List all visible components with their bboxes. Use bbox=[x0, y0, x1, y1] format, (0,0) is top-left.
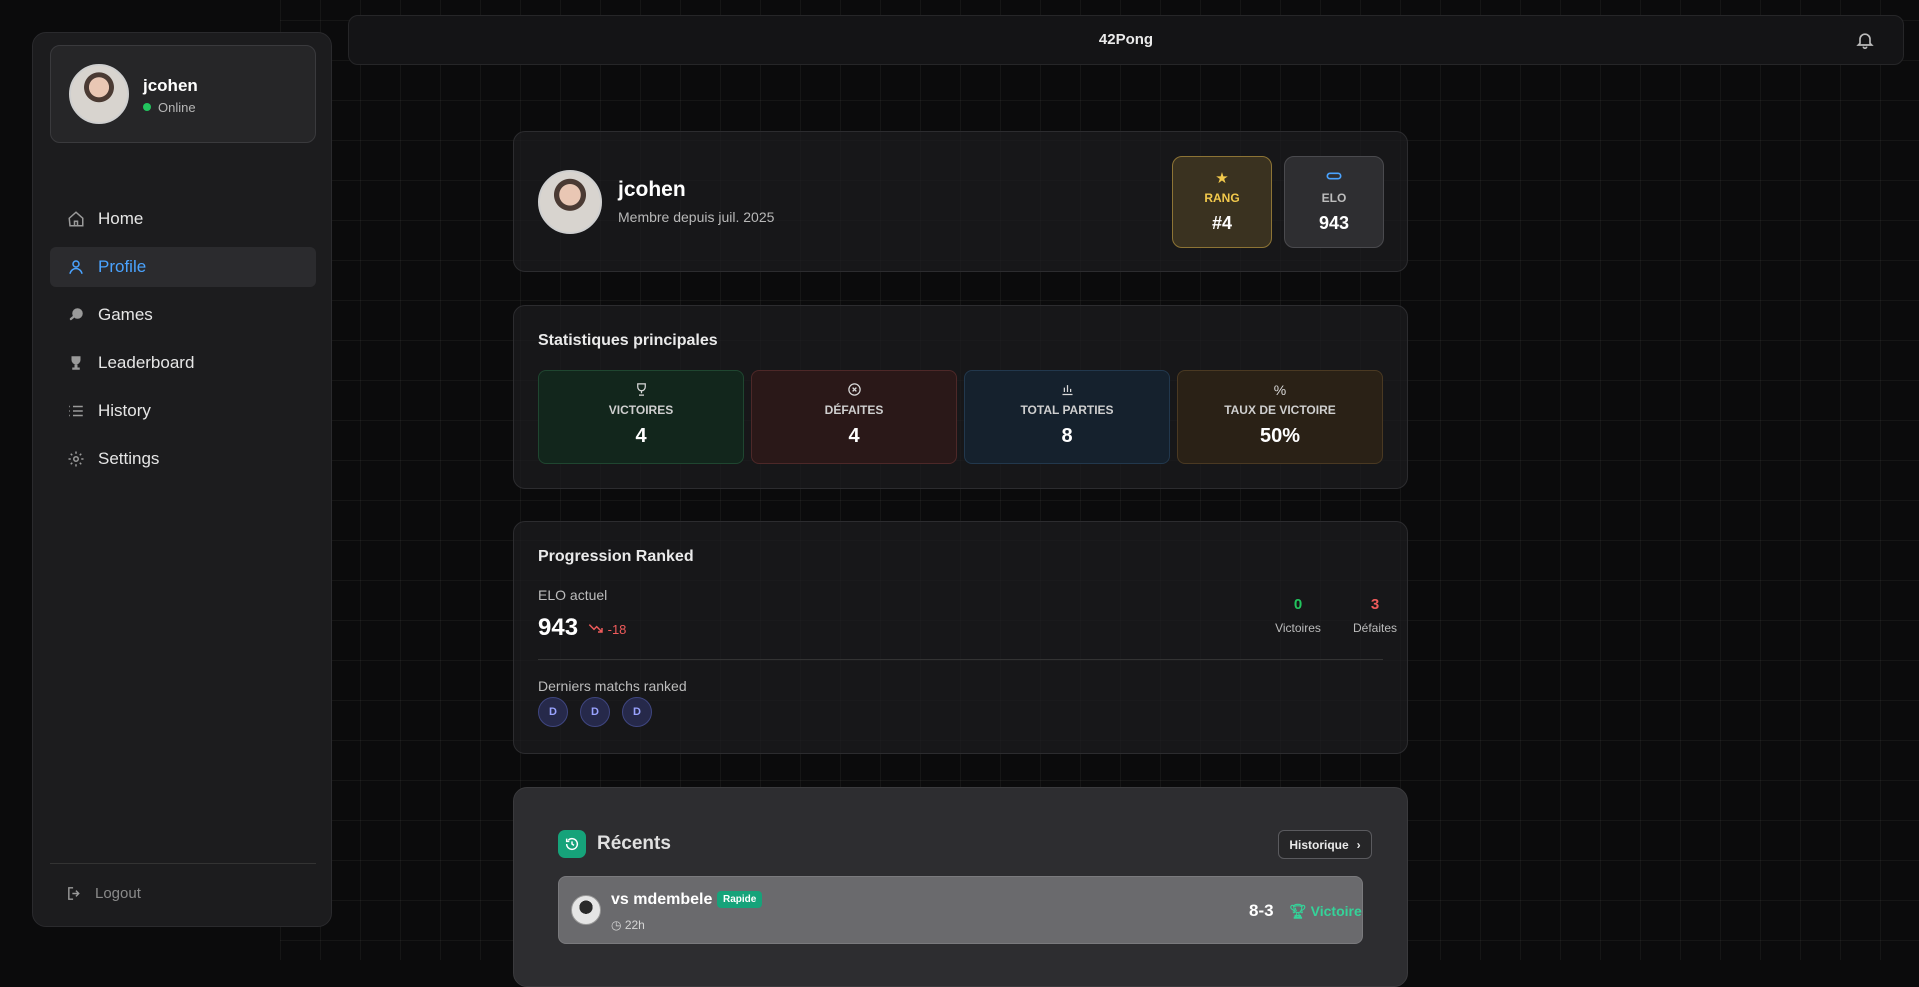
stat-total: TOTAL PARTIES 8 bbox=[964, 370, 1170, 464]
sidebar-item-label: Leaderboard bbox=[98, 353, 195, 372]
ranked-losses-label: Défaites bbox=[1352, 621, 1398, 635]
sidebar-item-leaderboard[interactable]: Leaderboard bbox=[50, 343, 316, 383]
status-text: Online bbox=[158, 100, 196, 115]
match-time-value: 22h bbox=[624, 918, 645, 932]
ranked-wins-value: 0 bbox=[1293, 596, 1303, 613]
sidebar-item-games[interactable]: Games bbox=[50, 295, 316, 335]
match-score: 8-3 bbox=[1249, 901, 1274, 920]
sidebar-item-settings[interactable]: Settings bbox=[50, 439, 316, 479]
user-name: jcohen bbox=[143, 76, 198, 95]
trophy-icon bbox=[66, 353, 86, 373]
sidebar-item-label: History bbox=[98, 401, 151, 420]
rank-badge: ★ RANG #4 bbox=[1172, 156, 1272, 248]
match-result-badge: D bbox=[580, 697, 610, 727]
stat-label: DÉFAITES bbox=[824, 403, 884, 417]
match-mode-badge: Rapide bbox=[717, 891, 763, 908]
gear-icon bbox=[66, 449, 86, 469]
elo-trend: -18 bbox=[588, 622, 626, 637]
elo-trend-value: -18 bbox=[607, 622, 627, 637]
bar-chart-icon bbox=[965, 382, 1169, 398]
history-button[interactable]: Historique › bbox=[1278, 830, 1372, 859]
profile-avatar bbox=[538, 170, 602, 234]
recent-card: Récents Historique › vs mdembele Rapide ◷… bbox=[513, 787, 1408, 987]
history-button-label: Historique bbox=[1289, 837, 1349, 852]
sidebar-nav: Home Profile Games Leaderboard History S… bbox=[50, 199, 316, 487]
sidebar-item-label: Profile bbox=[98, 257, 147, 276]
sidebar-item-label: Settings bbox=[98, 449, 160, 468]
sidebar-divider bbox=[50, 863, 316, 864]
ranked-title: Progression Ranked bbox=[538, 548, 694, 565]
recent-title: Récents bbox=[597, 833, 671, 854]
star-icon: ★ bbox=[1215, 170, 1229, 187]
opponent-avatar bbox=[571, 895, 601, 925]
stat-label: VICTOIRES bbox=[608, 403, 674, 417]
last-matches-label: Derniers matchs ranked bbox=[538, 678, 687, 694]
trending-down-icon bbox=[588, 622, 604, 637]
history-icon bbox=[558, 830, 586, 858]
ranked-card: Progression Ranked ELO actuel 943 -18 0 … bbox=[513, 521, 1408, 754]
match-time: ◷ 22h bbox=[611, 918, 645, 932]
stat-losses: DÉFAITES 4 bbox=[751, 370, 957, 464]
avatar bbox=[69, 64, 129, 124]
match-opponent: vs mdembele bbox=[611, 891, 713, 908]
user-card[interactable]: jcohen Online bbox=[50, 45, 316, 143]
stat-label: TOTAL PARTIES bbox=[1020, 403, 1114, 417]
match-result-badge: D bbox=[538, 697, 568, 727]
sidebar-item-profile[interactable]: Profile bbox=[50, 247, 316, 287]
profile-card: jcohen Membre depuis juil. 2025 ★ RANG #… bbox=[513, 131, 1408, 272]
stat-value: 8 bbox=[1061, 425, 1073, 447]
match-result: 🏆︎ Victoire bbox=[1289, 903, 1362, 920]
match-result-badge: D bbox=[622, 697, 652, 727]
elo-badge: ELO 943 bbox=[1284, 156, 1384, 248]
list-icon bbox=[66, 401, 86, 421]
stat-value: 4 bbox=[635, 425, 647, 447]
ranked-wins: 0 Victoires bbox=[1263, 596, 1333, 635]
trophy-icon bbox=[539, 382, 743, 398]
user-icon bbox=[66, 257, 86, 277]
logout-icon bbox=[65, 883, 83, 903]
ranked-losses-value: 3 bbox=[1370, 596, 1380, 613]
sidebar-item-label: Games bbox=[98, 305, 153, 324]
stat-win-rate: % TAUX DE VICTOIRE 50% bbox=[1177, 370, 1383, 464]
stat-label: TAUX DE VICTOIRE bbox=[1224, 403, 1336, 417]
match-result-label: Victoire bbox=[1310, 903, 1362, 919]
trophy-icon: 🏆︎ bbox=[1289, 903, 1307, 919]
link-icon bbox=[1285, 169, 1383, 187]
x-circle-icon bbox=[752, 382, 956, 398]
sidebar-item-label: Home bbox=[98, 209, 144, 228]
logout-button[interactable]: Logout bbox=[65, 883, 141, 903]
user-status: Online bbox=[143, 100, 196, 115]
ranked-wins-label: Victoires bbox=[1275, 621, 1321, 635]
logout-label: Logout bbox=[95, 884, 141, 902]
stats-card: Statistiques principales VICTOIRES 4 DÉF… bbox=[513, 305, 1408, 489]
percent-icon: % bbox=[1273, 382, 1287, 398]
clock-icon: ◷ bbox=[611, 918, 622, 932]
member-since: Membre depuis juil. 2025 bbox=[618, 209, 775, 225]
profile-name: jcohen bbox=[618, 178, 686, 201]
elo-label: ELO bbox=[1321, 191, 1347, 205]
stat-wins: VICTOIRES 4 bbox=[538, 370, 744, 464]
rank-value: #4 bbox=[1211, 213, 1233, 233]
current-elo-value: 943 bbox=[538, 614, 579, 641]
match-row[interactable]: vs mdembele Rapide ◷ 22h 8-3 🏆︎ Victoire bbox=[558, 876, 1363, 944]
sidebar-item-history[interactable]: History bbox=[50, 391, 316, 431]
rank-label: RANG bbox=[1204, 191, 1240, 205]
online-dot-icon bbox=[143, 103, 151, 111]
home-icon bbox=[66, 209, 86, 229]
chevron-right-icon: › bbox=[1356, 837, 1361, 852]
ranked-losses: 3 Défaites bbox=[1340, 596, 1410, 635]
current-elo-label: ELO actuel bbox=[538, 587, 608, 603]
bell-icon[interactable] bbox=[1855, 30, 1875, 50]
stat-value: 50% bbox=[1259, 425, 1301, 447]
elo-value: 943 bbox=[1318, 213, 1350, 233]
ping-pong-icon bbox=[66, 305, 86, 325]
ranked-divider bbox=[538, 659, 1383, 660]
sidebar: jcohen Online Home Profile Games Leaderb… bbox=[32, 32, 332, 927]
top-bar: 42Pong bbox=[348, 15, 1904, 65]
stats-title: Statistiques principales bbox=[538, 332, 718, 349]
sidebar-item-home[interactable]: Home bbox=[50, 199, 316, 239]
stat-value: 4 bbox=[848, 425, 860, 447]
app-title: 42Pong bbox=[1098, 31, 1154, 48]
last-matches-list: D D D bbox=[538, 697, 652, 727]
